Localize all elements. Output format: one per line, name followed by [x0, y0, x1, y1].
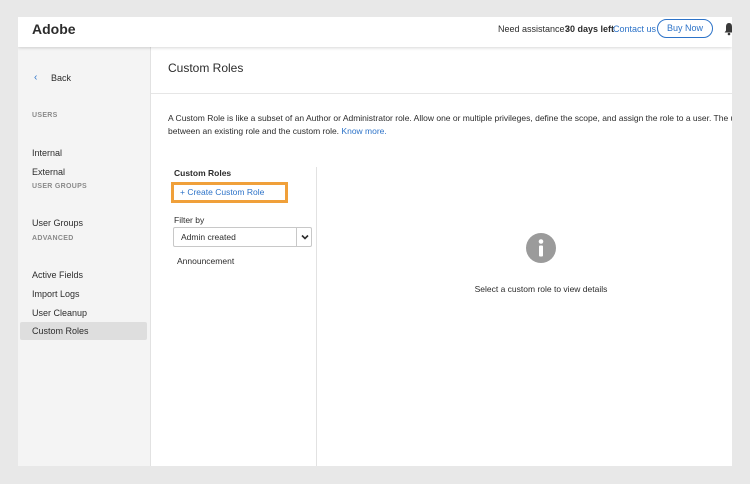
- select-divider: [296, 228, 297, 246]
- know-more-link[interactable]: Know more.: [341, 126, 386, 136]
- sidebar: ‹ Back USERS Internal External USER GROU…: [18, 47, 151, 466]
- page-description: A Custom Role is like a subset of an Aut…: [168, 112, 732, 138]
- sidebar-item-active-fields[interactable]: Active Fields: [20, 266, 147, 284]
- filter-label: Filter by: [174, 215, 205, 225]
- sidebar-item-user-cleanup[interactable]: User Cleanup: [20, 304, 147, 322]
- description-line-1: A Custom Role is like a subset of an Aut…: [168, 113, 732, 123]
- empty-state-message: Select a custom role to view details: [474, 284, 608, 294]
- description-line-2-text: between an existing role and the custom …: [168, 126, 340, 136]
- description-line-2: between an existing role and the custom …: [168, 125, 732, 138]
- role-list-item[interactable]: Announcement: [177, 256, 234, 266]
- create-custom-role-button[interactable]: + Create Custom Role: [171, 182, 288, 203]
- assistance-text: Need assistance?: [498, 24, 570, 34]
- sidebar-item-import-logs[interactable]: Import Logs: [20, 285, 147, 303]
- section-advanced: ADVANCED: [32, 235, 74, 242]
- chevron-left-icon: ‹: [34, 72, 38, 83]
- sidebar-item-user-groups[interactable]: User Groups: [20, 214, 147, 232]
- roles-list-title: Custom Roles: [174, 168, 232, 178]
- brand-logo: Adobe: [32, 21, 76, 37]
- back-label: Back: [51, 73, 72, 83]
- page-title: Custom Roles: [168, 61, 244, 75]
- chevron-down-icon: [301, 234, 309, 240]
- sidebar-item-custom-roles[interactable]: Custom Roles: [20, 322, 147, 340]
- section-user-groups: USER GROUPS: [32, 183, 88, 190]
- trial-days-left: 30 days left: [565, 24, 615, 34]
- custom-roles-list-panel: Custom Roles + Create Custom Role Filter…: [168, 167, 317, 466]
- role-detail-panel: Select a custom role to view details: [318, 167, 732, 466]
- contact-us-link[interactable]: Contact us: [613, 24, 656, 34]
- filter-select[interactable]: Admin created: [173, 227, 312, 247]
- top-header: Adobe Need assistance? 30 days left Cont…: [18, 17, 732, 47]
- divider: [151, 93, 732, 94]
- back-link[interactable]: ‹ Back: [30, 71, 120, 87]
- buy-now-button[interactable]: Buy Now: [657, 19, 713, 38]
- bell-icon[interactable]: [724, 22, 732, 36]
- sidebar-item-external[interactable]: External: [20, 163, 147, 181]
- filter-selected-value: Admin created: [181, 232, 236, 242]
- info-icon: [526, 233, 556, 263]
- sidebar-item-internal[interactable]: Internal: [20, 144, 147, 162]
- app-window: Adobe Need assistance? 30 days left Cont…: [18, 17, 732, 466]
- section-users: USERS: [32, 112, 58, 119]
